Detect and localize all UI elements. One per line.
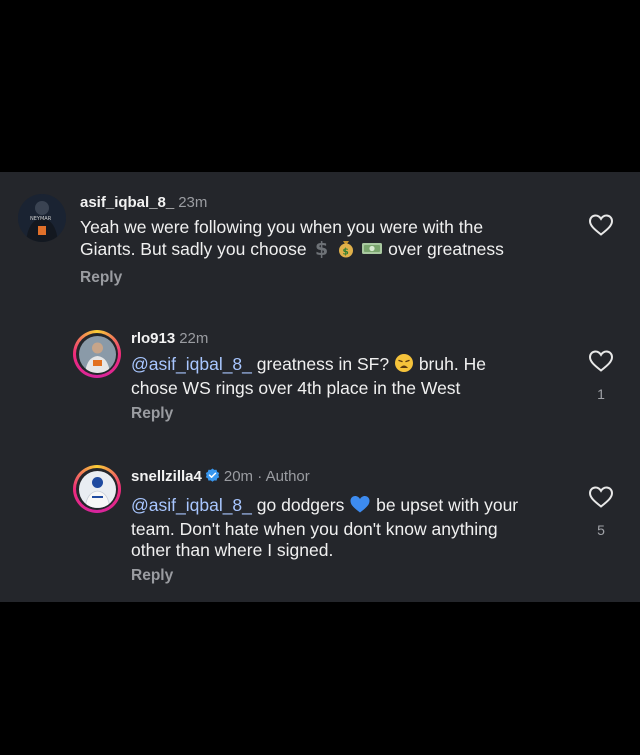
comment-line: @asif_iqbal_8_ greatness in SF? bruh. He: [131, 353, 486, 378]
comment-meta: snellzilla4 20m · Author: [131, 468, 310, 485]
timestamp: 23m: [178, 194, 208, 211]
avatar-photo-icon: [78, 470, 116, 508]
comment-line: team. Don't hate when you don't know any…: [131, 519, 498, 539]
comment-line: Yeah we were following you when you were…: [80, 217, 484, 237]
username[interactable]: asif_iqbal_8_: [80, 194, 174, 211]
avatar-photo-icon: [78, 335, 116, 373]
comment-text-part: over greatness: [388, 239, 504, 259]
username[interactable]: rlo913: [131, 330, 175, 347]
avatar[interactable]: [73, 330, 121, 378]
reply-button[interactable]: Reply: [80, 269, 122, 287]
timestamp: 22m: [179, 330, 209, 347]
avatar[interactable]: NEYMAR: [18, 194, 66, 242]
like-count: 1: [597, 386, 605, 402]
comment-text-part: go dodgers: [256, 495, 345, 515]
comment-meta: asif_iqbal_8_ 23m: [80, 194, 207, 211]
comment-line: Giants. But sadly you choose $ $ over gr…: [80, 238, 504, 263]
mention-link[interactable]: @asif_iqbal_8_: [131, 354, 252, 374]
comment-line: chose WS rings over 4th place in the Wes…: [131, 378, 461, 398]
reply-button[interactable]: Reply: [131, 405, 173, 423]
mention-link[interactable]: @asif_iqbal_8_: [131, 495, 252, 515]
like-heart-icon[interactable]: [588, 213, 614, 237]
separator: ·: [257, 468, 263, 485]
username[interactable]: snellzilla4: [131, 468, 202, 485]
svg-text:NEYMAR: NEYMAR: [30, 216, 52, 222]
comment-text-part: bruh. He: [418, 354, 486, 374]
comment-line: @asif_iqbal_8_ go dodgers be upset with …: [131, 494, 518, 519]
svg-text:$: $: [343, 248, 349, 258]
weary-face-icon: [394, 353, 414, 378]
reply-button[interactable]: Reply: [131, 567, 173, 585]
verified-badge-icon: [205, 468, 220, 483]
money-bag-icon: $: [336, 238, 356, 263]
comment-text: Yeah we were following you when you were…: [80, 217, 504, 263]
timestamp: 20m: [223, 468, 254, 485]
money-bills-icon: [361, 238, 383, 263]
heavy-dollar-sign-icon: $: [312, 238, 332, 263]
comment-text: @asif_iqbal_8_ greatness in SF? bruh. He…: [131, 353, 486, 399]
avatar[interactable]: [73, 465, 121, 513]
svg-text:$: $: [315, 238, 328, 258]
author-label: Author: [265, 468, 310, 485]
blue-heart-icon: [349, 494, 371, 519]
comment-text-part: greatness in SF?: [256, 354, 390, 374]
comment-text-part: Giants. But sadly you choose: [80, 239, 307, 259]
like-heart-icon[interactable]: [588, 485, 614, 509]
avatar-photo-icon: NEYMAR: [18, 194, 66, 242]
like-count: 5: [597, 522, 605, 538]
like-heart-icon[interactable]: [588, 349, 614, 373]
comment-line: other than where I signed.: [131, 540, 334, 560]
comment-text: @asif_iqbal_8_ go dodgers be upset with …: [131, 494, 518, 561]
comments-panel: NEYMAR asif_iqbal_8_ 23m Yeah we were fol…: [0, 172, 640, 602]
comment-text-part: be upset with your: [376, 495, 519, 515]
comment-meta: rlo913 22m: [131, 330, 208, 347]
